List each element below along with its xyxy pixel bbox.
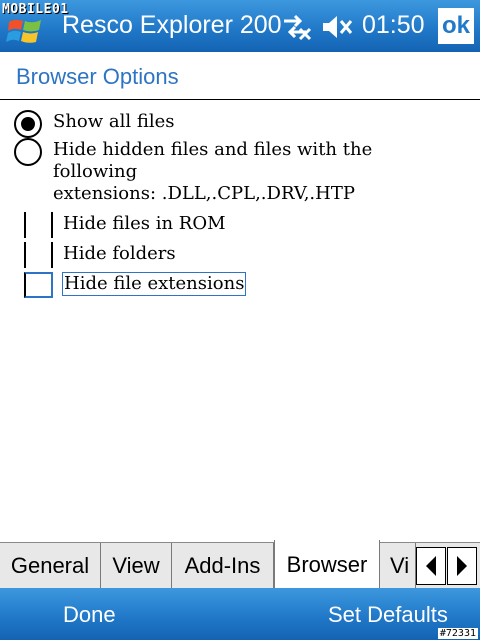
- checkbox[interactable]: [24, 272, 53, 298]
- radio-button[interactable]: [14, 138, 42, 166]
- divider: [0, 99, 480, 100]
- radio-button-selected[interactable]: [14, 110, 42, 138]
- set-defaults-softkey[interactable]: Set Defaults: [328, 602, 448, 628]
- image-id-label: #72331: [437, 628, 478, 639]
- title-bar: MOBILE01 Resco Explorer 200 01:50 ok: [0, 0, 480, 52]
- tab-scroll-right-button[interactable]: [447, 547, 477, 585]
- volume-muted-icon[interactable]: [320, 12, 354, 42]
- done-softkey[interactable]: Done: [63, 602, 116, 628]
- window-title: Resco Explorer 200: [62, 11, 282, 39]
- tab-view[interactable]: View: [101, 543, 172, 589]
- windows-start-icon[interactable]: [6, 13, 44, 47]
- tab-strip: General View Add-Ins Browser Vi: [0, 540, 480, 589]
- softkey-bar: Done Set Defaults #72331: [0, 588, 480, 640]
- tab-scroll-left-button[interactable]: [416, 547, 446, 585]
- tab-add-ins[interactable]: Add-Ins: [172, 543, 274, 589]
- clock[interactable]: 01:50: [362, 11, 425, 40]
- connectivity-icon[interactable]: [280, 12, 312, 42]
- page-title: Browser Options: [16, 64, 179, 89]
- checkbox-label: Hide file extensions: [62, 272, 247, 296]
- radio-label: Show all files: [53, 111, 175, 132]
- checkbox[interactable]: [24, 242, 53, 268]
- arrow-right-icon: [457, 556, 467, 576]
- radio-label: Hide hidden files and files with the fol…: [53, 139, 453, 205]
- radio-label-line1: Hide hidden files and files with the fol…: [53, 139, 373, 182]
- radio-label-line2: extensions: .DLL,.CPL,.DRV,.HTP: [53, 183, 355, 204]
- tab-view-options[interactable]: Vi: [380, 543, 416, 589]
- arrow-left-icon: [426, 556, 436, 576]
- checkbox-label: Hide files in ROM: [63, 213, 226, 234]
- tab-browser[interactable]: Browser: [274, 540, 380, 589]
- ok-button[interactable]: ok: [438, 8, 474, 44]
- checkbox-label: Hide folders: [63, 243, 176, 264]
- tab-general[interactable]: General: [0, 543, 101, 589]
- checkbox[interactable]: [24, 212, 53, 238]
